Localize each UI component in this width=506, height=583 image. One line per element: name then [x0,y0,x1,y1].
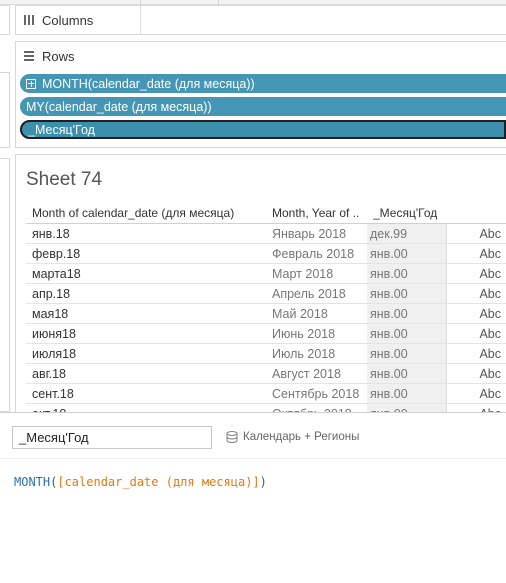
cell-month-year: Май 2018 [272,307,328,321]
cell-abc: Abc [446,324,506,343]
formula-function: MONTH [14,475,51,489]
cell-abc: Abc [446,244,506,263]
cell-abc: Abc [446,404,506,412]
table-row[interactable]: сент.18 Сентябрь 2018 янв.00 Abc [26,384,506,404]
table-row[interactable]: мая18 Май 2018 янв.00 Abc [26,304,506,324]
expand-plus-icon[interactable] [26,78,36,89]
table-row[interactable]: авг.18 Август 2018 янв.00 Abc [26,364,506,384]
table-row[interactable]: янв.18 Январь 2018 дек.99 Abc [26,224,506,244]
cell-abc: Abc [446,304,506,323]
pill-my-calendar-date[interactable]: MY(calendar_date (для месяца)) [20,97,506,116]
cell-abc: Abc [446,264,506,283]
columns-shelf-label: Columns [22,6,93,34]
left-panel-edge [0,5,10,35]
table-row[interactable]: марта18 Март 2018 янв.00 Abc [26,264,506,284]
cell-month: янв.18 [32,227,70,241]
header-month-of-calendar-date[interactable]: Month of calendar_date (для месяца) [32,206,268,220]
cell-month-year: Июль 2018 [272,347,336,361]
cell-mesyats-god: янв.00 [367,344,446,363]
cell-abc: Abc [446,344,506,363]
left-panel-edge [0,158,10,412]
cell-mesyats-god: янв.00 [367,264,446,283]
header-month-year[interactable]: Month, Year of .. [272,206,367,220]
cell-month: февр.18 [32,247,81,261]
cell-mesyats-god: янв.00 [367,324,446,343]
formula-close-paren: ) [259,475,267,489]
cell-month-year: Апрель 2018 [272,287,346,301]
columns-icon [22,13,36,27]
cell-abc: Abc [446,384,506,403]
table-header: Month of calendar_date (для месяца) Mont… [26,204,506,224]
formula-field: [calendar_date (для месяца)] [57,475,260,489]
cell-month: июля18 [32,347,77,361]
cell-mesyats-god: янв.00 [367,284,446,303]
calc-name-field[interactable]: _Месяц'Год [12,426,212,449]
rows-icon [22,49,36,63]
cell-abc: Abc [446,284,506,303]
datasource-label: Календарь + Регионы [243,431,360,443]
cell-month: авг.18 [32,367,67,381]
editor-separator [0,458,506,459]
formula-text[interactable]: MONTH([calendar_date (для месяца)]) [14,475,267,489]
rows-shelf[interactable]: Rows MONTH(calendar_date (для месяца)) M… [15,41,506,148]
table-body: янв.18 Январь 2018 дек.99 Abc февр.18 Февраль… [26,224,506,412]
cell-mesyats-god: янв.00 [367,244,446,263]
table-row[interactable]: окт.18Октябрь 2018янв.00Abc [26,404,506,412]
columns-label-text: Columns [42,12,94,28]
cell-month-year: Март 2018 [272,267,334,281]
calculation-editor: _Месяц'Год Календарь + Регионы MONTH([ca… [0,412,506,583]
table-row[interactable]: февр.18 Февраль 2018 янв.00 Abc [26,244,506,264]
table-row[interactable]: июня18 Июнь 2018 янв.00 Abc [26,324,506,344]
columns-shelf-divider [140,6,141,34]
cell-abc: Abc [446,364,506,383]
cell-month-year: Февраль 2018 [272,247,355,261]
cell-abc: Abc [446,224,506,243]
datasource-icon [226,430,238,444]
cell-month: мая18 [32,307,69,321]
pill-label: MONTH(calendar_date (для месяца)) [42,76,255,91]
pill-label: MY(calendar_date (для месяца)) [26,99,212,114]
left-panel-edge [0,72,10,148]
worksheet-view: Sheet 74 Month of calendar_date (для мес… [15,154,506,412]
cell-mesyats-god: янв.00 [367,304,446,323]
header-mesyats-god[interactable]: _Месяц'Год [373,206,473,220]
cell-month-year: Август 2018 [272,367,341,381]
rows-label-text: Rows [42,48,75,64]
pill-label: _Месяц'Год [28,122,95,137]
cell-month: марта18 [32,267,81,281]
table-row[interactable]: апр.18 Апрель 2018 янв.00 Abc [26,284,506,304]
cell-month-year: Сентябрь 2018 [272,387,360,401]
columns-shelf[interactable]: Columns [15,5,506,35]
cell-mesyats-god: янв.00 [367,364,446,383]
cell-month-year: Июнь 2018 [272,327,336,341]
cell-month: апр.18 [32,287,71,301]
pill-mesyats-god[interactable]: _Месяц'Год [20,120,506,139]
cell-mesyats-god: янв.00 [367,404,446,412]
cell-mesyats-god: дек.99 [367,224,446,243]
table-row[interactable]: июля18 Июль 2018 янв.00 Abc [26,344,506,364]
cell-mesyats-god: янв.00 [367,384,446,403]
cell-month-year: Январь 2018 [272,227,347,241]
pill-month-calendar-date[interactable]: MONTH(calendar_date (для месяца)) [20,74,506,93]
rows-shelf-label: Rows [22,42,75,70]
cell-month: июня18 [32,327,76,341]
sheet-title: Sheet 74 [26,169,103,190]
cell-month: сент.18 [32,387,74,401]
